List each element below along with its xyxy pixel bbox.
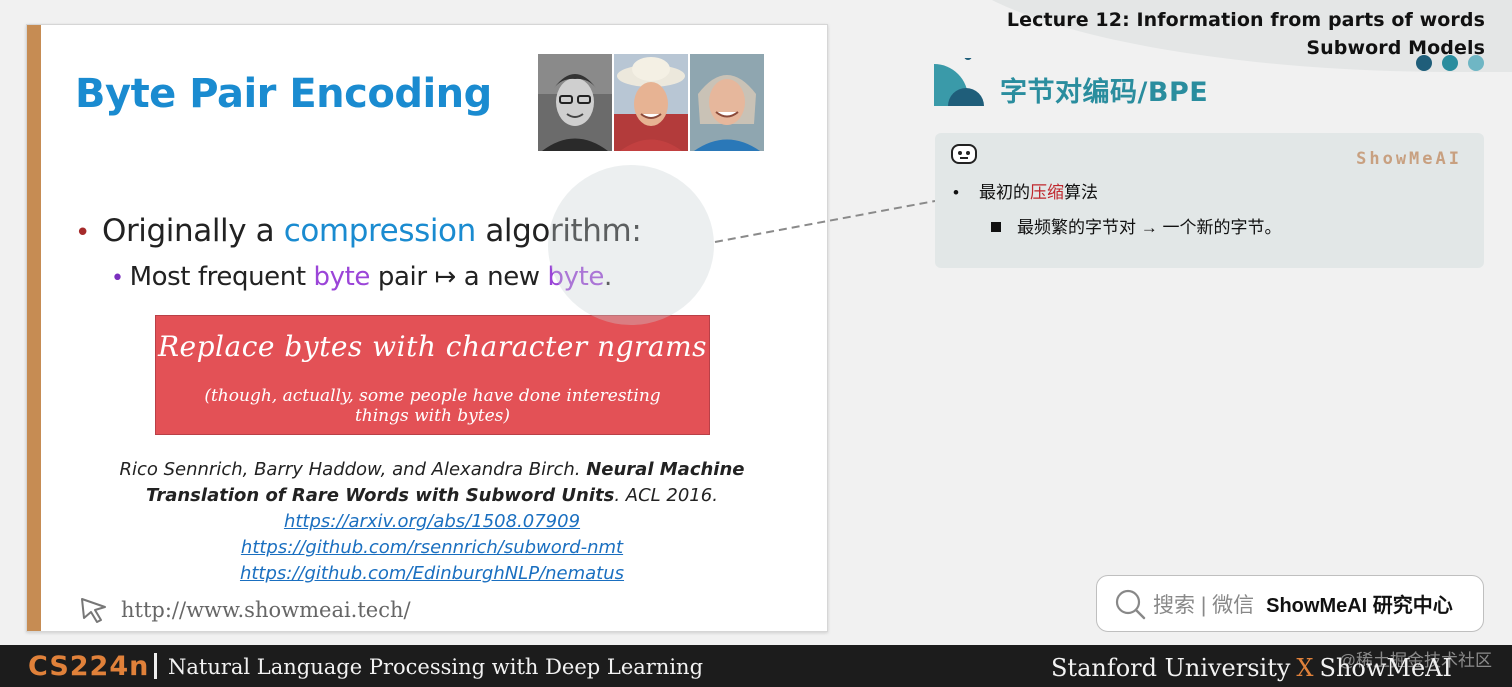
decor-dot xyxy=(1416,55,1432,71)
robot-icon xyxy=(951,144,977,164)
author-photo xyxy=(614,54,688,151)
note-card: ShowMeAI • 最初的压缩算法 最频繁的字节对 → 一个新的字节。 xyxy=(935,133,1484,268)
link-arxiv[interactable]: https://arxiv.org/abs/1508.07909 xyxy=(87,509,777,535)
citation-venue: . ACL 2016. xyxy=(614,485,718,506)
watermark: @稀土掘金技术社区 xyxy=(1338,651,1492,670)
callout-subtitle: (though, actually, some people have done… xyxy=(204,386,661,426)
note-brand: ShowMeAI xyxy=(1356,149,1462,169)
site-link[interactable]: http://www.showmeai.tech/ xyxy=(79,595,411,625)
footer-divider xyxy=(154,653,157,679)
citation-text: Rico Sennrich, Barry Haddow, and Alexand… xyxy=(87,457,777,509)
section-title: 字节对编码/BPE xyxy=(1000,77,1209,108)
bullet1-highlight: compression xyxy=(283,213,477,249)
search-brand: ShowMeAI 研究中心 xyxy=(1266,595,1453,617)
site-url: http://www.showmeai.tech/ xyxy=(121,598,411,622)
wechat-search-box[interactable]: 搜索 | 微信 ShowMeAI 研究中心 xyxy=(1096,575,1484,632)
course-code: CS224n xyxy=(28,651,150,682)
decor-dot xyxy=(1442,55,1458,71)
author-photo xyxy=(538,54,612,151)
note-line1-text-end: 算法 xyxy=(1063,183,1098,202)
note-bullet: • xyxy=(953,183,959,202)
search-hint: 搜索 | 微信 xyxy=(1153,593,1255,617)
search-icon xyxy=(1115,589,1146,619)
bullet-byte-pair: • Most frequent byte pair ↦ a new byte. xyxy=(111,262,612,292)
citation: Rico Sennrich, Barry Haddow, and Alexand… xyxy=(87,457,777,587)
note-line1-text: 最初的 xyxy=(978,183,1030,202)
lecture-title-line2: Subword Models xyxy=(1306,37,1485,59)
bullet-dot: • xyxy=(75,218,90,248)
citation-authors: Rico Sennrich, Barry Haddow, and Alexand… xyxy=(119,459,587,480)
callout-title: Replace bytes with character ngrams xyxy=(157,330,708,363)
bullet1-text: Originally a xyxy=(101,213,284,249)
note-square-bullet xyxy=(991,222,1001,232)
note-line1-highlight: 压缩 xyxy=(1029,183,1064,202)
bullet2-text: Most frequent xyxy=(129,262,314,292)
bullet-dot: • xyxy=(111,266,124,291)
bullet2-highlight: byte xyxy=(313,262,371,292)
footer-x: X xyxy=(1296,654,1314,682)
decor-dot xyxy=(1468,55,1484,71)
author-photo xyxy=(690,54,764,151)
decor-dots xyxy=(1416,55,1484,71)
footer-university: Stanford University xyxy=(1050,654,1291,682)
note-line2-text: 最频繁的字节对 → 一个新的字节。 xyxy=(1017,218,1282,237)
slide-title: Byte Pair Encoding xyxy=(75,71,492,117)
cursor-icon xyxy=(81,598,106,623)
course-name: Natural Language Processing with Deep Le… xyxy=(168,655,704,679)
magnifier-lens xyxy=(548,165,714,325)
section-icon xyxy=(934,58,984,106)
slide-card: Byte Pair Encoding • Originally a compre… xyxy=(26,24,828,632)
bullet2-text-mid: pair ↦ a new xyxy=(370,262,548,292)
lecture-title: Lecture 12: Information from parts of wo… xyxy=(1007,6,1485,62)
footer-bar: CS224n Natural Language Processing with … xyxy=(0,645,1512,687)
lecture-frame: Lecture 12: Information from parts of wo… xyxy=(0,0,1512,645)
callout-box: Replace bytes with character ngrams (tho… xyxy=(155,315,710,435)
connector-line xyxy=(714,200,936,243)
note-line-2: 最频繁的字节对 → 一个新的字节。 xyxy=(991,213,1281,238)
link-nematus[interactable]: https://github.com/EdinburghNLP/nematus xyxy=(87,561,777,587)
slide-accent-bar xyxy=(27,25,41,631)
link-subword-nmt[interactable]: https://github.com/rsennrich/subword-nmt xyxy=(87,535,777,561)
note-line-1: • 最初的压缩算法 xyxy=(953,178,1098,203)
author-photos xyxy=(538,54,764,151)
lecture-title-line1: Lecture 12: Information from parts of wo… xyxy=(1006,9,1485,31)
